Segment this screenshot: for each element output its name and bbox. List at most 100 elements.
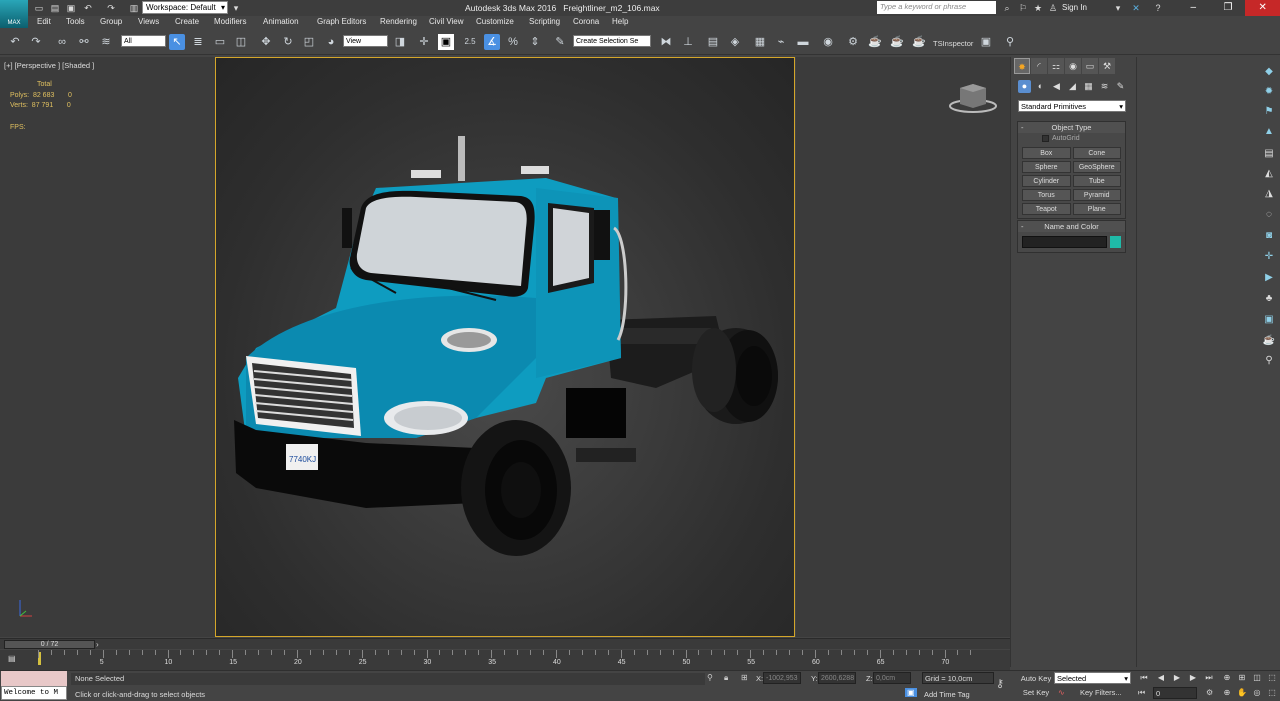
menu-graph-editors[interactable]: Graph Editors xyxy=(317,17,366,26)
sphere-button[interactable]: Sphere xyxy=(1022,161,1071,173)
tool-icon-8[interactable]: ◌ xyxy=(1262,208,1276,222)
unlink-icon[interactable]: ⚯ xyxy=(76,34,92,50)
subscription-icon[interactable]: ⚐ xyxy=(1017,2,1029,14)
tool-icon-13[interactable]: ▣ xyxy=(1262,313,1276,327)
name-color-header[interactable]: - Name and Color xyxy=(1018,221,1125,232)
render-setup-icon[interactable]: ⚙ xyxy=(845,34,861,50)
tool-icon-4[interactable]: ▲ xyxy=(1262,125,1276,139)
window-crossing-icon[interactable]: ◫ xyxy=(233,34,249,50)
lights-icon[interactable]: ◀ xyxy=(1050,80,1063,93)
tool-icon-5[interactable]: ▤ xyxy=(1262,147,1276,161)
box-button[interactable]: Box xyxy=(1022,147,1071,159)
maxscript-listener-output[interactable]: Welcome to M xyxy=(1,686,67,700)
zoom-extents-icon[interactable]: ◫ xyxy=(1251,673,1263,683)
search-input[interactable]: Type a keyword or phrase xyxy=(877,1,996,14)
primitive-type-dropdown[interactable]: Standard Primitives ▾ xyxy=(1018,100,1126,112)
material-editor-icon[interactable]: ◉ xyxy=(820,34,836,50)
orbit-icon[interactable]: ◎ xyxy=(1251,688,1263,698)
utilities-tab-icon[interactable]: ⚒ xyxy=(1099,58,1115,74)
next-frame-icon[interactable]: ▶ xyxy=(1187,673,1199,683)
snaps-toggle-icon[interactable]: 2.5 xyxy=(462,34,478,50)
add-time-tag-button[interactable]: Add Time Tag xyxy=(924,690,970,699)
place-icon[interactable]: ◕ xyxy=(323,34,339,50)
object-color-swatch[interactable] xyxy=(1110,236,1121,248)
new-file-icon[interactable]: ▭ xyxy=(33,2,45,14)
autogrid-checkbox[interactable]: AutoGrid xyxy=(1018,133,1125,145)
render-production-icon[interactable]: ☕ xyxy=(889,34,905,50)
x-coord-input[interactable]: -1002,953 xyxy=(763,672,801,684)
pin-icon[interactable]: ⚲ xyxy=(1002,34,1018,50)
mirror-icon[interactable]: ⧓ xyxy=(658,34,674,50)
tool-icon-1[interactable]: ◆ xyxy=(1262,65,1276,79)
select-object-icon[interactable]: ↖ xyxy=(169,34,185,50)
workspace-arrow-icon[interactable]: ▾ xyxy=(230,2,242,14)
tool-icon-15[interactable]: ⚲ xyxy=(1262,354,1276,368)
sign-in-button[interactable]: Sign In xyxy=(1062,3,1087,12)
menu-create[interactable]: Create xyxy=(175,17,199,26)
time-slider[interactable]: 0 / 72 › xyxy=(0,638,1010,649)
viewport-capture-icon[interactable]: ▣ xyxy=(978,34,994,50)
selection-filter-dropdown[interactable]: All xyxy=(121,35,166,47)
previous-frame-icon[interactable]: ◀ xyxy=(1155,673,1167,683)
play-icon[interactable]: ▶ xyxy=(1171,673,1183,683)
z-coord-input[interactable]: 0,0cm xyxy=(873,672,911,684)
geosphere-button[interactable]: GeoSphere xyxy=(1072,161,1121,173)
menu-rendering[interactable]: Rendering xyxy=(380,17,417,26)
helpers-icon[interactable]: ▦ xyxy=(1082,80,1095,93)
rendered-frame-window-icon[interactable]: ☕ xyxy=(867,34,883,50)
absolute-mode-icon[interactable]: ⊞ xyxy=(741,673,748,682)
viewport-label-menu[interactable]: [+] [Perspective ] [Shaded ] xyxy=(4,61,94,70)
open-file-icon[interactable]: ▤ xyxy=(49,2,61,14)
move-icon[interactable]: ✥ xyxy=(258,34,274,50)
rotate-icon[interactable]: ↻ xyxy=(280,34,296,50)
menu-customize[interactable]: Customize xyxy=(476,17,514,26)
layer-explorer-icon[interactable]: ◈ xyxy=(727,34,743,50)
toggle-ribbon-icon[interactable]: ▦ xyxy=(752,34,768,50)
undo-icon[interactable]: ↶ xyxy=(82,2,94,14)
minimize-button[interactable]: – xyxy=(1176,0,1211,16)
perspective-viewport[interactable]: 7740KJ xyxy=(215,57,795,637)
menu-help[interactable]: Help xyxy=(612,17,628,26)
auto-key-button[interactable]: Auto Key xyxy=(1018,673,1054,684)
menu-edit[interactable]: Edit xyxy=(37,17,51,26)
go-to-end-icon[interactable]: ⏭ xyxy=(1203,673,1215,683)
key-filters-button[interactable]: Key Filters... xyxy=(1080,688,1122,697)
menu-tools[interactable]: Tools xyxy=(66,17,85,26)
maximize-viewport-icon[interactable]: ⬚ xyxy=(1266,673,1278,683)
time-configuration-icon[interactable]: ⚙ xyxy=(1206,688,1213,697)
menu-animation[interactable]: Animation xyxy=(263,17,299,26)
curve-editor-icon[interactable]: ⌁ xyxy=(773,34,789,50)
pan-icon[interactable]: ✋ xyxy=(1236,688,1248,698)
undo-icon[interactable]: ↶ xyxy=(7,34,23,50)
reference-coordinate-dropdown[interactable]: View xyxy=(343,35,388,47)
align-icon[interactable]: ⊥ xyxy=(680,34,696,50)
tsinspector-label[interactable]: TSInspector xyxy=(933,39,973,48)
torus-button[interactable]: Torus xyxy=(1022,189,1071,201)
link-icon[interactable]: ∞ xyxy=(54,34,70,50)
tool-icon-12[interactable]: ♣ xyxy=(1262,292,1276,306)
bind-space-warp-icon[interactable]: ≋ xyxy=(98,34,114,50)
tool-icon-6[interactable]: ◭ xyxy=(1262,167,1276,181)
go-to-start-icon[interactable]: ⏮ xyxy=(1138,673,1150,683)
communication-icon[interactable]: ★ xyxy=(1032,2,1044,14)
tool-icon-3[interactable]: ⚑ xyxy=(1262,105,1276,119)
tool-icon-9[interactable]: ◙ xyxy=(1262,229,1276,243)
select-by-name-icon[interactable]: ≣ xyxy=(190,34,206,50)
tool-icon-7[interactable]: ◮ xyxy=(1262,187,1276,201)
menu-modifiers[interactable]: Modifiers xyxy=(214,17,246,26)
motion-tab-icon[interactable]: ◉ xyxy=(1065,58,1081,74)
app-menu-button[interactable]: MAX xyxy=(0,0,28,28)
rectangular-selection-icon[interactable]: ▭ xyxy=(212,34,228,50)
angle-snap-icon[interactable]: ∡ xyxy=(484,34,500,50)
close-button[interactable]: ✕ xyxy=(1245,0,1280,16)
maxscript-listener-top[interactable] xyxy=(1,671,67,686)
workspace-dropdown[interactable]: Workspace: Default ▾ xyxy=(142,1,228,14)
scene-explorer-icon[interactable]: ▤ xyxy=(705,34,721,50)
set-key-mode-icon[interactable]: ⚷ xyxy=(996,677,1004,690)
redo-icon[interactable]: ↷ xyxy=(105,2,117,14)
percent-snap-icon[interactable]: % xyxy=(505,34,521,50)
lock-icon[interactable]: 🔒︎ xyxy=(724,673,728,683)
account-icon[interactable]: ♙ xyxy=(1047,2,1059,14)
tube-button[interactable]: Tube xyxy=(1072,175,1121,187)
keyboard-shortcut-override-icon[interactable]: ▣ xyxy=(438,34,454,50)
